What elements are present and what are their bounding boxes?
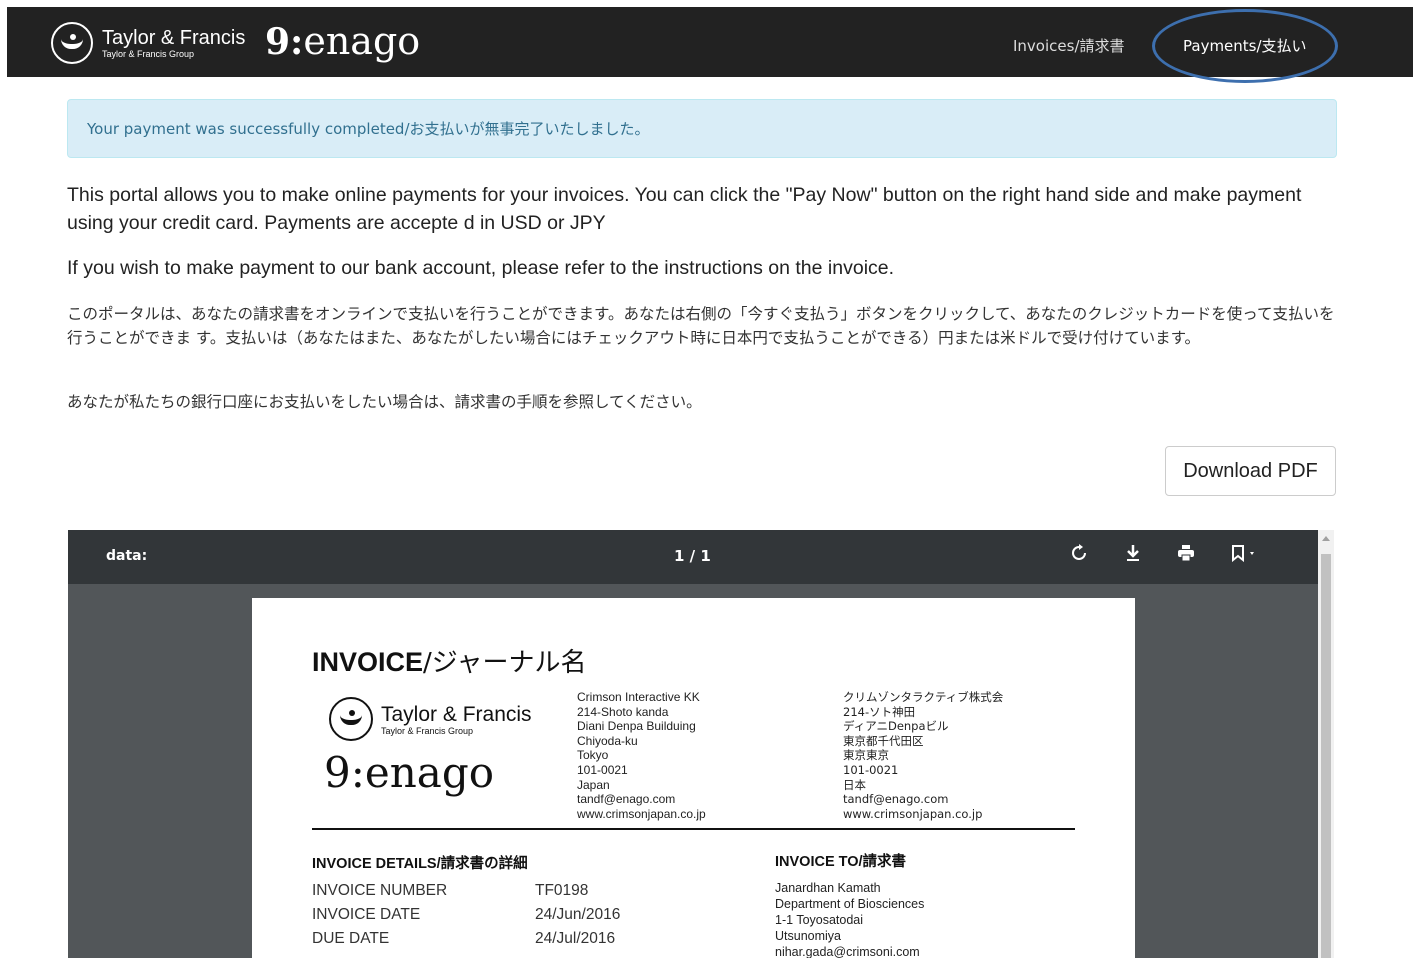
brand-subtitle: Taylor & Francis Group [102,49,195,59]
pdf-title: data: [106,548,148,564]
print-icon[interactable] [1174,544,1198,567]
scroll-up-icon[interactable] [1322,536,1330,541]
address-jp: クリムゾンタラクティブ株式会 214-ソト神田 ディアニDenpaビル 東京都千代田… [843,690,1004,821]
bookmark-icon[interactable] [1228,544,1264,567]
invoice-tf-logo: Taylor & Francis Taylor & Francis Group [329,697,532,741]
lamp-logo-icon [329,697,373,741]
invoice-details-heading: INVOICE DETAILS/請求書の詳細 [312,856,528,872]
invoice-title: INVOICE/ジャーナル名 [312,647,587,678]
invoice-recipient: Janardhan Kamath Department of Bioscience… [775,881,925,958]
highlight-annotation-circle [1152,9,1338,83]
scrollbar-thumb[interactable] [1321,554,1331,958]
pdf-scrollbar[interactable] [1318,530,1334,958]
pdf-viewer: data: 1 / 1 INVOICE/ジャーナル名 Taylor & Fran… [68,530,1334,958]
page-counter: 1 / 1 [674,547,711,565]
taylor-francis-logo[interactable]: Taylor & Francis Taylor & Francis Group [51,22,245,64]
nav-invoices-link[interactable]: Invoices/請求書 [1013,35,1125,56]
success-alert: Your payment was successfully completed/… [67,99,1337,158]
table-row: INVOICE NUMBER TF0198 [312,882,589,899]
download-pdf-button[interactable]: Download PDF [1165,446,1336,496]
invoice-to-heading: INVOICE TO/請求書 [775,854,907,870]
table-row: INVOICE DATE 24/Jun/2016 [312,906,621,923]
rotate-icon[interactable] [1067,544,1091,567]
pdf-toolbar: data: 1 / 1 [68,530,1318,584]
address-en: Crimson Interactive KK 214-Shoto kanda Dia… [577,690,706,821]
intro-paragraph-en: This portal allows you to make online pa… [67,184,1302,234]
intro-paragraph-jp: このポータルは、あなたの請求書をオンラインで支払いを行うことができます。あなたは… [67,305,1335,347]
bank-note-jp: あなたが私たちの銀行口座にお支払いをしたい場合は、請求書の手順を参照してください… [67,393,702,411]
invoice-details-table: INVOICE NUMBER TF0198 INVOICE DATE 24/Jun/… [312,882,620,954]
lamp-logo-icon [51,22,93,64]
divider [312,828,1075,830]
download-icon[interactable] [1121,544,1145,567]
table-row: DUE DATE 24/Jul/2016 [312,930,616,947]
bank-note-en: If you wish to make payment to our bank … [67,257,895,279]
brand-name: Taylor & Francis [102,27,246,49]
pdf-page: INVOICE/ジャーナル名 Taylor & Francis Taylor &… [252,598,1135,958]
invoice-enago-logo: 9:enago [324,748,494,797]
enago-logo[interactable]: 9:enago [265,17,420,66]
